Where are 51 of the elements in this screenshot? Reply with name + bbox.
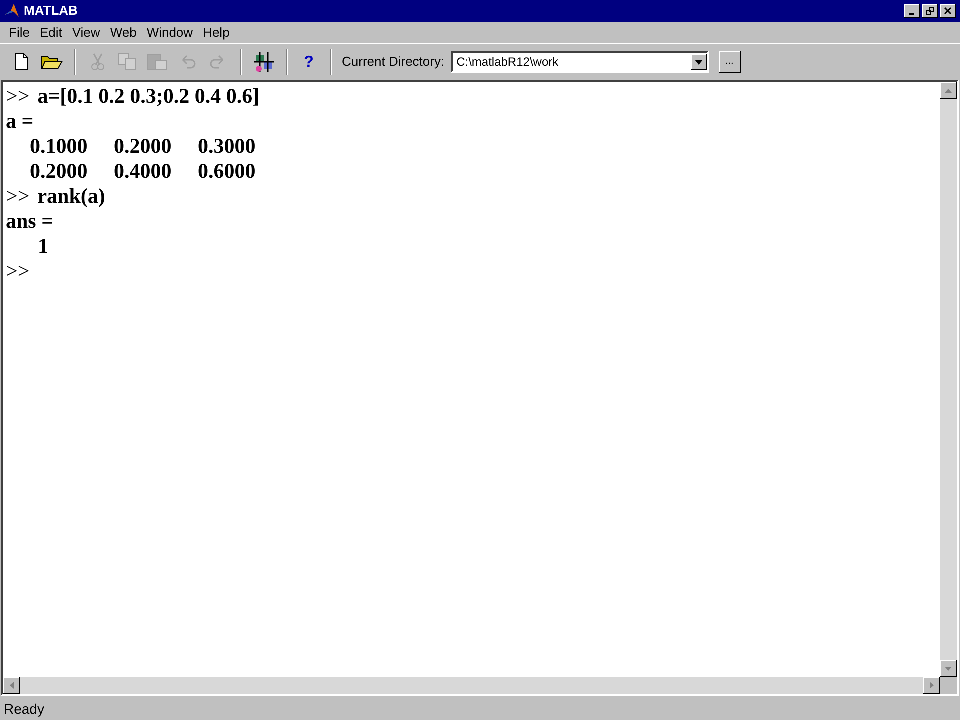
clipboard-icon [147,53,169,71]
dropdown-arrow-button[interactable] [690,54,707,70]
new-file-icon [14,53,30,71]
matrix-value: 0.1000 [30,134,89,159]
right-arrow-icon [930,682,934,689]
window-title: MATLAB [24,2,78,20]
caret-icon [694,60,703,64]
scissors-icon [90,53,106,71]
menu-item[interactable]: Help [198,22,235,42]
close-icon [944,7,952,15]
restore-button[interactable] [922,4,938,18]
matlab-logo-icon [4,3,20,19]
prompt: >> [6,84,30,109]
status-text: Ready [4,700,44,719]
command-text: a=[0.1 0.2 0.3;0.2 0.4 0.6] [38,84,260,109]
up-arrow-icon [945,88,952,92]
matrix-value: 0.6000 [198,159,257,184]
restore-icon [926,7,934,15]
close-button[interactable] [940,4,956,18]
matrix-value: 0.2000 [114,134,173,159]
copy-icon [118,53,138,71]
left-arrow-icon [10,682,14,689]
scroll-left-button[interactable] [3,677,20,694]
menu-item[interactable]: Web [105,22,142,42]
matrix-value: 0.3000 [198,134,257,159]
output-text: a = [6,109,34,134]
toolbar-button[interactable] [252,50,276,74]
down-arrow-icon [945,666,952,670]
command-text: rank(a) [38,184,106,209]
minimize-button[interactable] [904,4,920,18]
menu-item[interactable]: File [4,22,35,42]
matrix-value: 0.2000 [30,159,89,184]
prompt: >> [6,184,30,209]
scroll-right-button[interactable] [923,677,940,694]
block-diagram-icon [253,51,275,73]
menu-item[interactable]: Window [142,22,198,42]
menu-item[interactable]: Edit [34,22,68,42]
scroll-down-button[interactable] [940,660,957,677]
vertical-scrollbar[interactable] [940,82,957,677]
browse-button[interactable]: ... [718,51,741,73]
menu-item[interactable]: View [67,22,106,42]
directory-dropdown[interactable]: C:\matlabR12\work [450,51,709,73]
matrix-value: 1 [38,234,50,259]
scroll-up-button[interactable] [940,82,957,99]
directory-path: C:\matlabR12\work [456,54,560,71]
help-button[interactable]: ? [298,51,320,73]
output-text: ans = [6,209,54,234]
current-directory-label: Current Directory: [342,53,445,72]
horizontal-scrollbar[interactable] [3,677,940,694]
prompt: >> [6,259,30,284]
matrix-value: 0.4000 [114,159,173,184]
